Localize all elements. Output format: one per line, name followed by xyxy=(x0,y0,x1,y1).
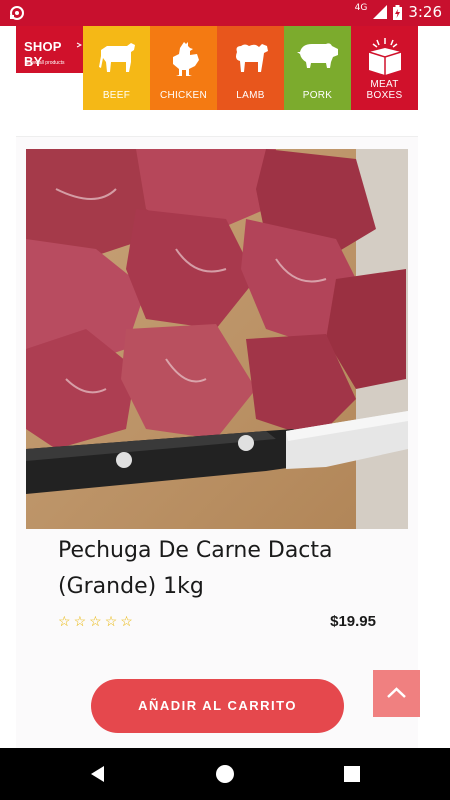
product-price: $19.95 xyxy=(330,613,376,630)
cow-icon xyxy=(98,43,135,72)
category-chicken[interactable]: CHICKEN xyxy=(150,26,217,110)
system-nav-bar xyxy=(0,748,450,800)
notification-icon xyxy=(10,6,24,20)
product-title: Pechuga De Carne Dacta (Grande) 1kg xyxy=(58,538,333,599)
shop-by-button[interactable]: SHOP BY Show all products xyxy=(16,26,83,73)
battery-icon xyxy=(393,4,403,20)
scroll-to-top-button[interactable] xyxy=(373,670,420,717)
category-pork[interactable]: PORK xyxy=(284,26,351,110)
pig-icon xyxy=(296,43,338,68)
add-to-cart-button[interactable]: AÑADIR AL CARRITO xyxy=(91,679,344,733)
category-label: LAMB xyxy=(236,90,265,101)
chicken-icon xyxy=(172,42,199,76)
category-label: MEAT BOXES xyxy=(366,79,403,101)
star-icon: ☆ xyxy=(104,613,118,629)
star-icon: ☆ xyxy=(58,613,71,629)
box-icon xyxy=(368,38,401,75)
clock: 3:26 xyxy=(408,3,442,21)
category-lamb[interactable]: LAMB xyxy=(217,26,284,110)
category-meat-boxes[interactable]: MEAT BOXES xyxy=(351,26,418,110)
arrow-right-icon xyxy=(76,42,82,48)
product-card: Pechuga De Carne Dacta (Grande) 1kg ☆ ☆ … xyxy=(16,136,418,748)
star-icon: ☆ xyxy=(73,613,87,629)
category-label: BEEF xyxy=(102,90,131,101)
app-content: SHOP BY Show all products BEEF CHICKEN L… xyxy=(0,26,450,748)
category-beef[interactable]: BEEF xyxy=(83,26,150,110)
rating-stars: ☆ ☆ ☆ ☆ ☆ xyxy=(58,613,133,630)
star-icon: ☆ xyxy=(89,613,102,629)
back-icon[interactable] xyxy=(88,764,108,784)
signal-icon xyxy=(373,5,388,19)
shop-by-subtitle: Show all products xyxy=(25,60,65,66)
network-type: 4G xyxy=(354,3,368,13)
lamb-icon xyxy=(235,44,268,72)
category-bar: SHOP BY Show all products BEEF CHICKEN L… xyxy=(0,26,420,110)
recents-icon[interactable] xyxy=(342,764,362,784)
meat-photo xyxy=(26,149,408,529)
status-bar: 4G 3:26 xyxy=(0,0,450,26)
chevron-up-icon xyxy=(387,687,406,698)
category-label: PORK xyxy=(302,90,333,101)
star-icon: ☆ xyxy=(120,613,133,629)
status-indicators: 4G 3:26 xyxy=(355,3,442,21)
product-image[interactable] xyxy=(26,149,408,529)
home-icon[interactable] xyxy=(215,764,235,784)
category-label: CHICKEN xyxy=(159,90,208,101)
